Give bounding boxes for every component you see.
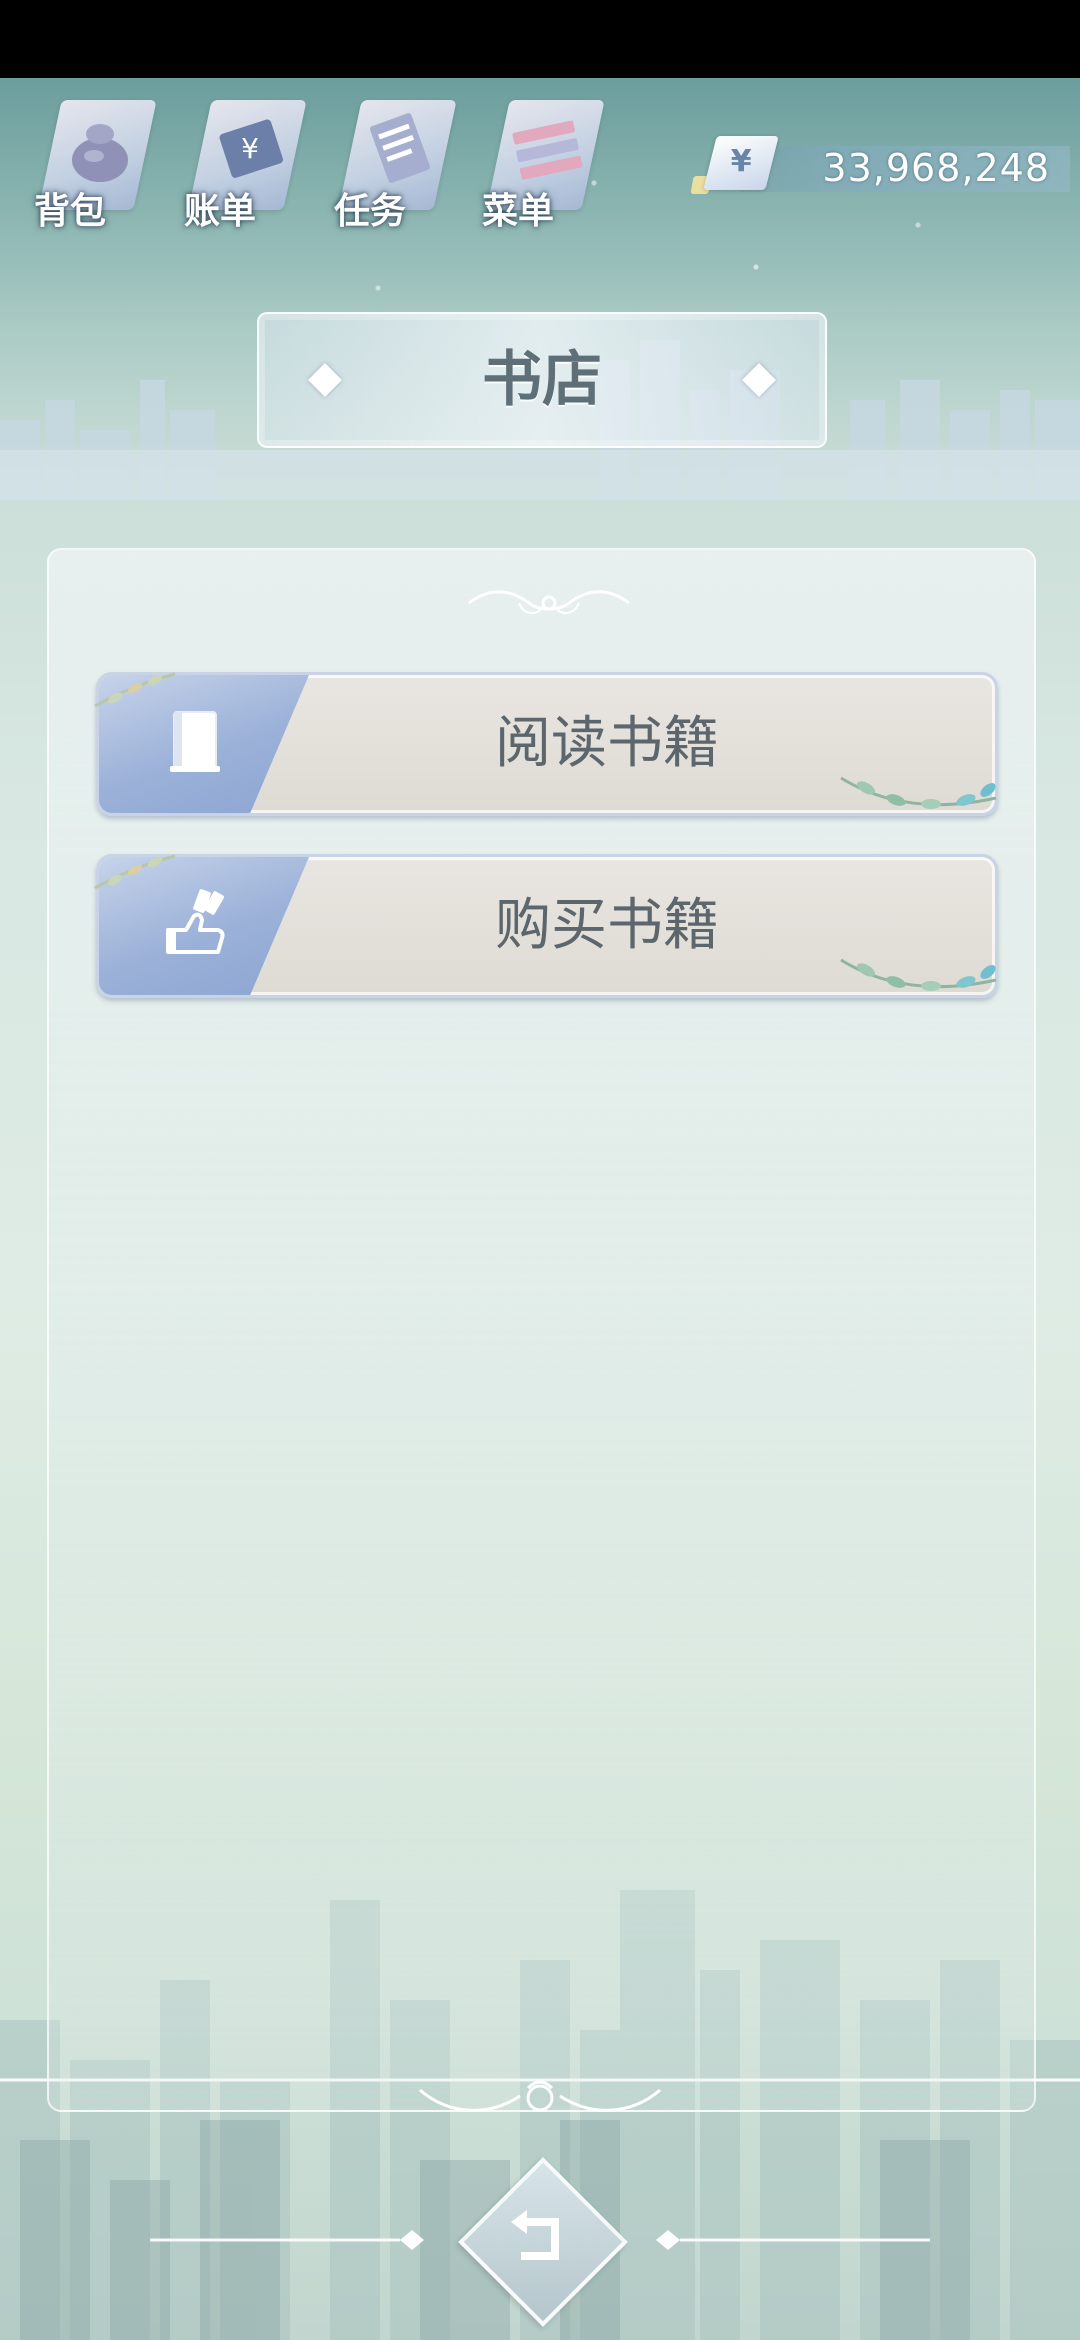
bookstore-panel: 阅读书籍 购买书籍 <box>47 548 1036 2112</box>
nav-menu-label: 菜单 <box>482 191 555 232</box>
scroll-ornament <box>468 590 630 615</box>
nav-bag[interactable]: 背包 <box>30 90 160 240</box>
bag-icon <box>72 124 128 182</box>
bottom-scroll-ornament <box>419 2080 661 2112</box>
bottom-bar <box>0 2070 1080 2340</box>
page-title: 书店 <box>482 345 602 415</box>
nav-menu[interactable]: 菜单 <box>478 90 608 240</box>
status-bar <box>0 0 1080 78</box>
currency-value: 33,968,248 <box>822 146 1050 190</box>
nav-bill[interactable]: ¥ 账单 <box>180 90 310 240</box>
back-arrow-icon <box>511 2210 559 2260</box>
menu-icon <box>512 120 583 180</box>
leaf-decoration-icon <box>840 776 997 809</box>
svg-text:¥: ¥ <box>241 132 259 165</box>
leaf-decoration-icon <box>94 854 176 890</box>
bill-icon: ¥ <box>219 119 284 178</box>
buy-books-button[interactable]: 购买书籍 <box>94 854 998 998</box>
bottom-line-ornament-left <box>150 2230 424 2250</box>
leaf-decoration-icon <box>840 958 997 991</box>
nav-bag-label: 背包 <box>34 191 107 232</box>
page-title-plate: 书店 <box>257 312 827 448</box>
nav-task-label: 任务 <box>334 191 407 232</box>
read-books-button[interactable]: 阅读书籍 <box>94 672 998 816</box>
leaf-decoration-icon <box>94 672 176 708</box>
currency-display: ¥ 33,968,248 <box>690 136 1070 196</box>
nav-task[interactable]: 任务 <box>330 90 460 240</box>
yen-icon: ¥ <box>703 136 779 190</box>
bottom-line-ornament-right <box>656 2230 930 2250</box>
nav-bill-label: 账单 <box>184 191 257 232</box>
task-icon <box>369 113 431 183</box>
